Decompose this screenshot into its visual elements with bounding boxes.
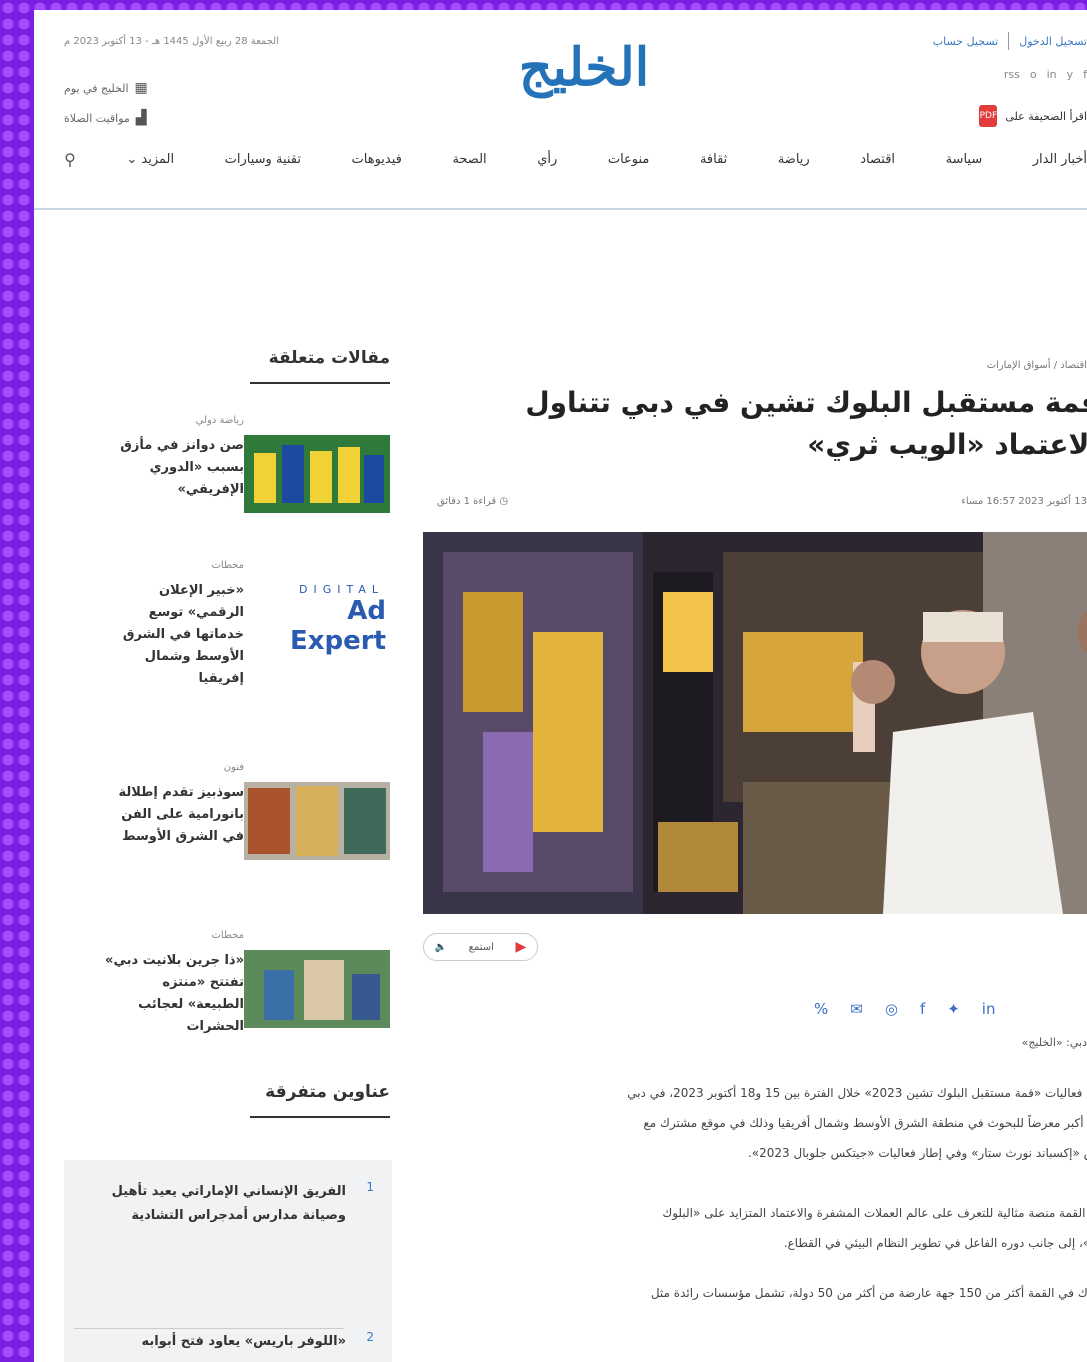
calendar-icon: ▦ xyxy=(134,80,148,96)
article-paragraph: تنطلق فعاليات «قمة مستقبل البلوك تشين 20… xyxy=(627,1086,1087,1100)
article-title: قمة مستقبل البلوك تشين في دبي تتناول الا… xyxy=(525,386,1087,461)
nav-item-politics[interactable]: سياسة xyxy=(946,152,983,167)
related-title[interactable]: «ذا جرين بلانيت دبي» تفتتح «منتزه الطبيع… xyxy=(104,950,244,1038)
misc-headline-item[interactable]: 1 الفريق الإنساني الإماراتي يعيد تأهيل و… xyxy=(84,1180,374,1228)
related-title[interactable]: صن دوانز في مأزق بسبب «الدوري الإفريقي» xyxy=(104,435,244,501)
register-link[interactable]: تسجيل حساب xyxy=(933,35,998,48)
article-paragraph: معرض «إكسباند نورث ستار» وفي إطار فعاليا… xyxy=(747,1146,1087,1160)
email-icon[interactable]: ✉ xyxy=(850,1000,863,1018)
login-link[interactable]: تسجيل الدخول xyxy=(1019,35,1087,48)
listen-label: استمع xyxy=(468,941,494,953)
article-meta: 13 أكتوبر 2023 16:57 مساء ◷ قراءة 1 دقائ… xyxy=(437,496,1087,507)
related-article[interactable]: فنون سوذبيز تقدم إطلالة بانورامية على ال… xyxy=(70,762,390,922)
youtube-icon[interactable]: y xyxy=(1067,68,1074,81)
read-paper-label: اقرأ الصحيفة على xyxy=(1005,109,1087,123)
print-edition-link[interactable]: ▦ الخليج في يوم xyxy=(64,80,148,96)
nav-item-videos[interactable]: فيديوهات xyxy=(352,152,402,167)
rss-icon[interactable]: rss xyxy=(1004,68,1020,81)
nav-more-dropdown[interactable]: المزيد ⌄ xyxy=(126,152,174,167)
facebook-icon[interactable]: f xyxy=(1083,68,1087,81)
misc-title[interactable]: «اللوفر باريس» يعاود فتح أبوابه xyxy=(84,1330,346,1354)
misc-divider xyxy=(74,1328,344,1329)
related-category: محطات xyxy=(211,560,244,571)
date-line: الجمعة 28 ربيع الأول 1445 هـ - 13 أكتوبر… xyxy=(64,36,280,47)
related-thumbnail[interactable] xyxy=(244,950,390,1028)
listen-button[interactable]: 🔈 استمع ▶ xyxy=(423,933,538,961)
clock-icon: ◷ xyxy=(499,496,509,507)
facebook-share-icon[interactable]: f xyxy=(920,1000,925,1018)
related-category: رياضة دولي xyxy=(195,415,244,426)
article-paragraph: هاربر، أكبر معرضاً للبحوث في منطقة الشرق… xyxy=(643,1116,1087,1130)
linkedin-icon[interactable]: in xyxy=(1047,68,1057,81)
chevron-down-icon: ⌄ xyxy=(126,152,138,167)
social-links: f y in o rss xyxy=(1004,68,1087,81)
related-title[interactable]: سوذبيز تقدم إطلالة بانورامية على الفن في… xyxy=(104,782,244,848)
misc-number: 1 xyxy=(366,1180,374,1194)
site-header: الجمعة 28 ربيع الأول 1445 هـ - 13 أكتوبر… xyxy=(34,10,1087,210)
nav-item-sports[interactable]: رياضة xyxy=(778,152,810,167)
related-thumbnail[interactable] xyxy=(244,782,390,860)
site-logo[interactable]: الخليج xyxy=(489,32,679,102)
misc-headline-item[interactable]: 2 «اللوفر باريس» يعاود فتح أبوابه xyxy=(84,1330,374,1354)
related-article[interactable]: محطات «ذا جرين بلانيت دبي» تفتتح «منتزه … xyxy=(70,930,390,1090)
related-title[interactable]: «خبير الإعلان الرقمي» توسع خدماتها في ال… xyxy=(104,580,244,690)
prayer-times-link[interactable]: ▟ مواقيت الصلاة xyxy=(64,110,147,126)
nav-item-culture[interactable]: ثقافة xyxy=(700,152,727,167)
mosque-icon: ▟ xyxy=(135,110,147,126)
linkedin-share-icon[interactable]: in xyxy=(982,1000,996,1018)
nav-item-health[interactable]: الصحة xyxy=(452,152,486,167)
nav-item-misc[interactable]: منوعات xyxy=(608,152,650,167)
nav-item-tech-cars[interactable]: تقنية وسيارات xyxy=(225,152,301,167)
nav-item-dar-news[interactable]: أخبار الدار xyxy=(1033,152,1087,167)
page: الجمعة 28 ربيع الأول 1445 هـ - 13 أكتوبر… xyxy=(34,10,1087,1362)
reading-time-label: قراءة 1 دقائق xyxy=(437,496,497,507)
nav-more-label: المزيد xyxy=(141,152,175,167)
misc-number: 2 xyxy=(366,1330,374,1344)
link-icon[interactable]: % xyxy=(814,1000,828,1018)
instagram-icon[interactable]: o xyxy=(1030,68,1037,81)
ad-expert-logo-brand: Ad Expert xyxy=(289,595,386,656)
breadcrumb[interactable]: اقتصاد / أسواق الإمارات xyxy=(987,360,1087,371)
article-paragraph: ويشارك في القمة أكثر من 150 جهة عارضة من… xyxy=(650,1286,1087,1300)
heading-underline xyxy=(250,1116,390,1118)
twitter-share-icon[interactable]: ✦ xyxy=(947,1000,960,1018)
misc-title[interactable]: الفريق الإنساني الإماراتي يعيد تأهيل وصي… xyxy=(84,1180,346,1228)
related-article[interactable]: رياضة دولي صن دوانز في مأزق بسبب «الدوري… xyxy=(70,415,390,575)
share-bar: % ✉ ◎ f ✦ in xyxy=(814,1000,995,1018)
search-icon[interactable]: ⚲ xyxy=(64,150,76,169)
article-hero-image xyxy=(423,532,1087,914)
read-paper-link[interactable]: اقرأ الصحيفة على PDF xyxy=(979,105,1087,127)
nav-item-economy[interactable]: اقتصاد xyxy=(860,152,895,167)
article-paragraph: وتوفر القمة منصة مثالية للتعرف على عالم … xyxy=(662,1206,1087,1220)
related-category: محطات xyxy=(211,930,244,941)
related-thumbnail[interactable] xyxy=(244,435,390,513)
article-date: 13 أكتوبر 2023 16:57 مساء xyxy=(961,496,1087,507)
speaker-icon: 🔈 xyxy=(434,941,448,953)
heading-underline xyxy=(250,382,390,384)
play-icon: ▶ xyxy=(515,939,527,955)
nav-item-opinion[interactable]: رأي xyxy=(537,152,557,167)
ad-expert-logo[interactable]: DIGITAL Ad Expert xyxy=(244,580,390,658)
main-nav: أخبار الدار سياسة اقتصاد رياضة ثقافة منو… xyxy=(64,150,1087,169)
ad-expert-logo-top: DIGITAL xyxy=(298,582,384,596)
print-edition-label: الخليج في يوم xyxy=(64,81,129,95)
misc-headlines-heading: عناوين متفرقة xyxy=(265,1082,390,1102)
misc-headlines-box: 1 الفريق الإنساني الإماراتي يعيد تأهيل و… xyxy=(64,1160,392,1362)
prayer-times-label: مواقيت الصلاة xyxy=(64,111,130,125)
divider xyxy=(1008,32,1010,50)
pdf-icon: PDF xyxy=(979,105,998,127)
related-category: فنون xyxy=(223,762,244,773)
related-article[interactable]: محطات «خبير الإعلان الرقمي» توسع خدماتها… xyxy=(70,560,390,720)
article-paragraph: تشين»، إلى جانب دوره الفاعل في تطوير الن… xyxy=(783,1236,1087,1250)
reading-time: ◷ قراءة 1 دقائق xyxy=(437,496,508,507)
account-links: تسجيل الدخول تسجيل حساب xyxy=(933,32,1087,50)
whatsapp-icon[interactable]: ◎ xyxy=(885,1000,898,1018)
hero-photo xyxy=(423,532,1087,914)
article-source: دبي: «الخليج» xyxy=(1021,1036,1087,1049)
related-articles-heading: مقالات متعلقة xyxy=(268,348,390,368)
